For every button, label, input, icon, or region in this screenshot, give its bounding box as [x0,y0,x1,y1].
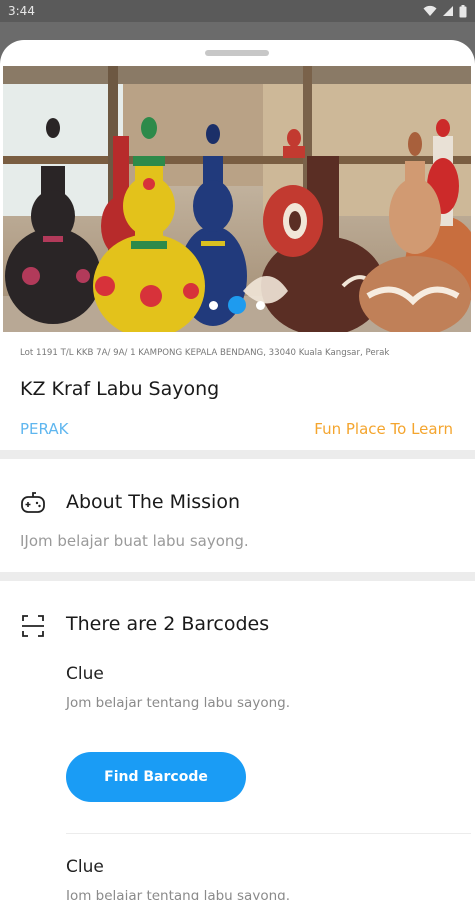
carousel-dot[interactable] [256,300,265,310]
status-bar: 3:44 [0,0,475,22]
carousel-dot[interactable] [209,300,218,310]
drag-handle[interactable] [205,50,269,56]
wifi-icon [423,5,437,16]
signal-icon [443,6,453,16]
mission-description: IJom belajar buat labu sayong. [20,532,249,550]
state-label: PERAK [20,420,69,438]
barcodes-title: There are 2 Barcodes [66,613,270,635]
battery-icon [459,4,467,17]
status-time: 3:44 [8,4,35,18]
carousel-dots [3,296,471,314]
section-divider [0,450,475,459]
image-carousel[interactable] [3,66,471,332]
barcode-scan-icon [22,615,44,637]
row-divider [66,833,471,834]
clue-text: Jom belajar tentang labu sayong. [66,888,290,900]
pottery-photo [3,66,471,332]
status-icons [423,4,467,18]
section-divider [0,572,475,581]
find-barcode-button[interactable]: Find Barcode [66,752,246,802]
mission-title: About The Mission [66,491,241,513]
gamepad-icon [21,492,45,513]
carousel-dot-active[interactable] [228,296,246,314]
place-name: KZ Kraf Labu Sayong [20,378,220,400]
clue-text: Jom belajar tentang labu sayong. [66,695,290,711]
place-detail-sheet: Lot 1191 T/L KKB 7A/ 9A/ 1 KAMPONG KEPAL… [0,40,475,900]
place-address: Lot 1191 T/L KKB 7A/ 9A/ 1 KAMPONG KEPAL… [20,348,390,358]
clue-title: Clue [66,664,104,684]
category-label: Fun Place To Learn [314,420,453,438]
clue-title: Clue [66,857,104,877]
